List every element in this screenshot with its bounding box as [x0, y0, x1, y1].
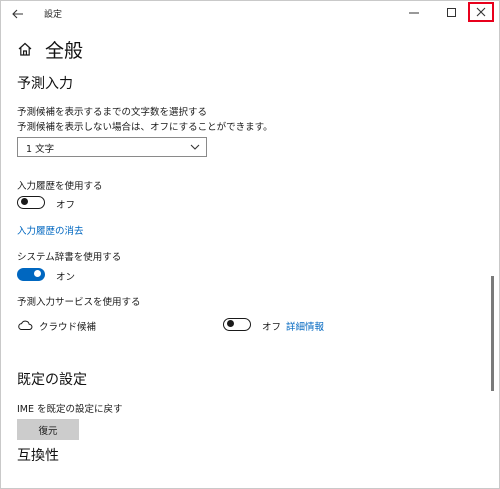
window-title: 設定 — [44, 10, 63, 20]
settings-window: 設定 全般 予測入力 予測候補を表示するまでの文字数を選択する 予測候補を表示し… — [0, 0, 500, 489]
home-icon — [18, 42, 32, 56]
chevron-down-icon — [190, 144, 200, 150]
close-button[interactable] — [468, 2, 494, 22]
clear-history-link[interactable]: 入力履歴の消去 — [17, 223, 84, 237]
close-icon — [476, 7, 486, 17]
page-title: 全般 — [45, 40, 84, 62]
system-dict-toggle[interactable] — [17, 268, 45, 281]
back-arrow-icon — [12, 9, 23, 19]
back-button[interactable] — [7, 3, 29, 25]
cloud-candidates-toggle-state: オフ — [262, 322, 282, 333]
vertical-scrollbar[interactable] — [491, 276, 494, 391]
title-bar: 設定 — [1, 1, 499, 29]
minimize-icon — [409, 12, 419, 14]
cloud-icon — [18, 320, 33, 330]
history-label: 入力履歴を使用する — [17, 181, 103, 192]
toggle-knob — [21, 198, 28, 206]
prediction-description-2: 予測候補を表示しない場合は、オフにすることができます。 — [17, 122, 273, 133]
char-count-value: 1 文字 — [26, 144, 55, 155]
system-dict-label: システム辞書を使用する — [17, 252, 122, 263]
toggle-knob — [34, 270, 41, 278]
cloud-candidates-toggle[interactable] — [223, 318, 251, 331]
cloud-candidates-label: クラウド候補 — [39, 322, 97, 333]
defaults-heading: 既定の設定 — [17, 372, 87, 388]
reset-ime-label: IME を既定の設定に戻す — [17, 404, 123, 415]
restore-button[interactable]: 復元 — [17, 419, 79, 440]
history-toggle-state: オフ — [56, 200, 76, 211]
maximize-icon — [447, 8, 456, 17]
prediction-service-label: 予測入力サービスを使用する — [17, 297, 141, 308]
prediction-description-1: 予測候補を表示するまでの文字数を選択する — [17, 107, 208, 118]
char-count-dropdown[interactable]: 1 文字 — [17, 137, 207, 157]
compat-heading: 互換性 — [17, 448, 59, 464]
system-dict-toggle-state: オン — [56, 272, 76, 283]
prediction-heading: 予測入力 — [17, 76, 73, 92]
maximize-button[interactable] — [439, 1, 465, 25]
history-toggle[interactable] — [17, 196, 45, 209]
minimize-button[interactable] — [401, 1, 427, 25]
details-link[interactable]: 詳細情報 — [286, 319, 324, 333]
toggle-knob — [227, 320, 234, 328]
